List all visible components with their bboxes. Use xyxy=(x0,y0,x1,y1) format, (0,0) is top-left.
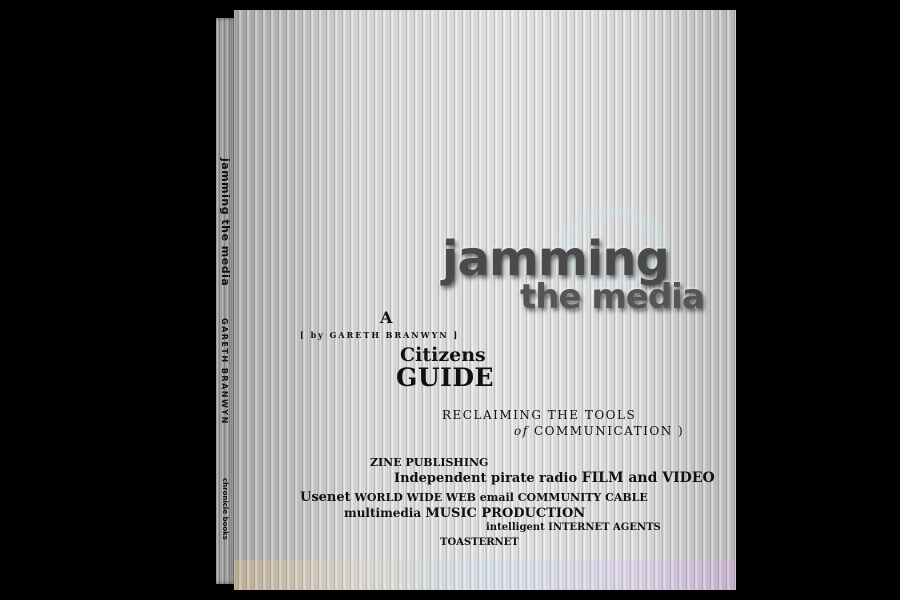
logo-line-2: the media xyxy=(520,277,705,317)
tagline-line-2: of COMMUNICATION ) xyxy=(514,424,684,438)
tagline-of: of xyxy=(514,424,529,438)
topic-web-cable: WORLD WIDE WEB email COMMUNITY CABLE xyxy=(354,491,648,504)
topic-line-1: ZINE PUBLISHING xyxy=(370,456,489,469)
author-credit: [ by GARETH BRANWYN ] xyxy=(300,330,460,340)
title-logo: jamming the media xyxy=(442,231,742,317)
topic-line-2: Independent pirate radio FILM and VIDEO xyxy=(394,470,715,486)
topic-usenet: Usenet xyxy=(300,490,351,505)
topic-multimedia: multimedia xyxy=(344,506,422,520)
topic-line-5: intelligent INTERNET AGENTS xyxy=(486,522,661,533)
spine-author: GARETH BRANWYN xyxy=(220,318,229,425)
front-cover: jamming the media A [ by GARETH BRANWYN … xyxy=(234,10,736,590)
logo-line-1: jamming xyxy=(442,231,670,287)
topic-pirate-radio: Independent pirate radio xyxy=(394,471,578,486)
subtitle-guide: GUIDE xyxy=(396,363,495,392)
tagline-communication: COMMUNICATION ) xyxy=(534,424,685,438)
tagline-line-1: RECLAIMING THE TOOLS xyxy=(442,408,637,422)
book-cover-image: jamming the media GARETH BRANWYN chronic… xyxy=(216,10,736,590)
topic-line-3: Usenet WORLD WIDE WEB email COMMUNITY CA… xyxy=(300,490,648,505)
spine-title: jamming the media xyxy=(219,158,232,287)
book-spine: jamming the media GARETH BRANWYN chronic… xyxy=(216,18,236,584)
topic-film-video: FILM and VIDEO xyxy=(581,470,715,486)
subtitle-article: A xyxy=(380,308,393,327)
spine-publisher: chronicle books xyxy=(221,478,229,540)
topic-line-4: multimedia MUSIC PRODUCTION xyxy=(344,506,585,521)
topic-music-production: MUSIC PRODUCTION xyxy=(425,506,586,521)
cover-bottom-sheen xyxy=(234,560,736,590)
topic-line-6: TOASTERNET xyxy=(440,537,519,548)
